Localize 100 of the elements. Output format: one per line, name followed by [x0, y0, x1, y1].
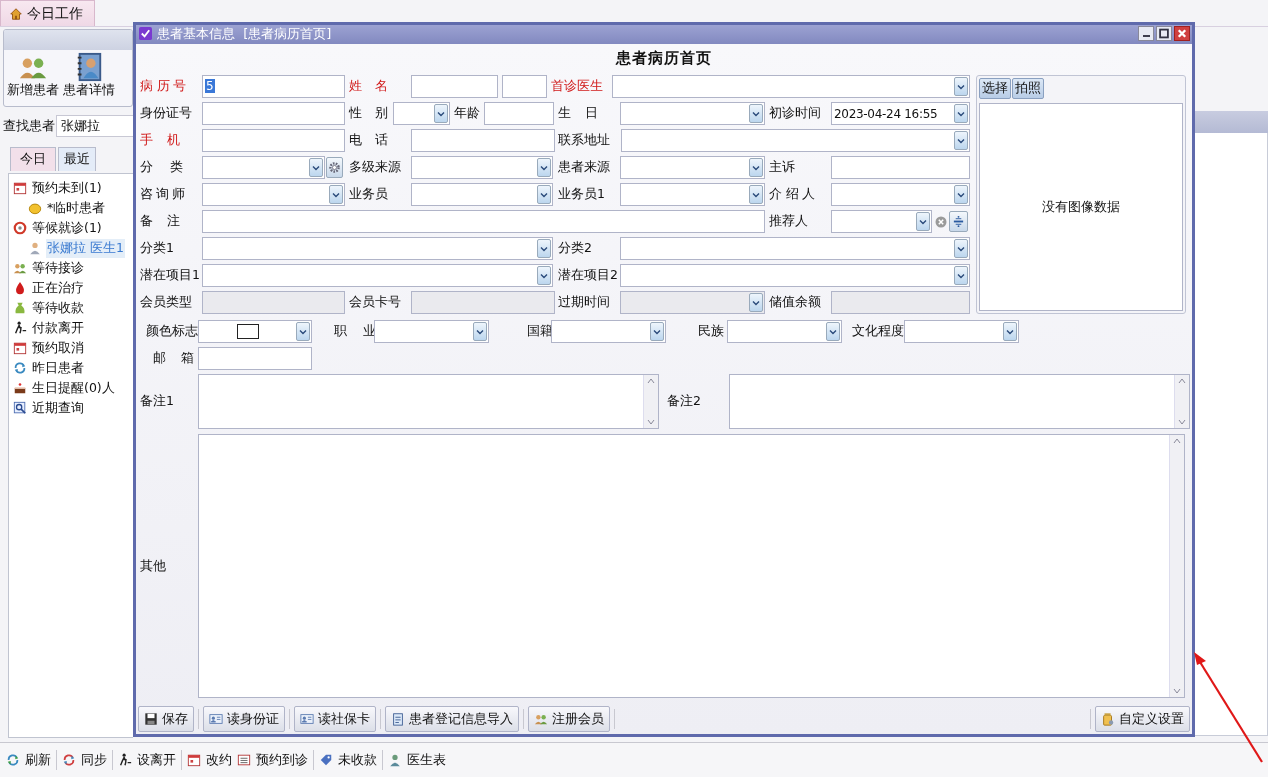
action-button[interactable]: 患者登记信息导入 [385, 706, 519, 732]
dropdown-button[interactable] [749, 104, 763, 123]
chevron-up-icon[interactable] [1177, 377, 1187, 385]
chevron-down-icon [957, 110, 965, 117]
action-button[interactable]: 注册会员 [528, 706, 610, 732]
dropdown-button[interactable] [309, 158, 323, 177]
dropdown-button[interactable] [916, 212, 930, 231]
cake-icon [13, 381, 27, 395]
chevron-down-icon [476, 328, 484, 335]
dropdown-button[interactable] [749, 185, 763, 204]
dropdown-button[interactable] [749, 158, 763, 177]
dropdown-button[interactable] [537, 158, 551, 177]
action-button[interactable]: 读身份证 [203, 706, 285, 732]
tab[interactable]: 最近 [58, 147, 96, 171]
toolbar-button[interactable]: 刷新 [6, 751, 51, 769]
gear-icon [328, 161, 341, 174]
input-field[interactable] [502, 75, 547, 98]
chevron-up-icon[interactable] [646, 377, 656, 385]
tree-item[interactable]: 昨日患者 [31, 358, 85, 378]
toolbar-button[interactable]: 未收款 [319, 751, 377, 769]
sync-icon [62, 753, 76, 767]
tab-label: 今日工作 [27, 4, 83, 23]
input-field[interactable] [198, 347, 312, 370]
person-icon [388, 753, 402, 767]
scrollbar[interactable] [1169, 435, 1184, 697]
settings-button[interactable] [326, 157, 343, 178]
maximize-button[interactable] [1156, 26, 1172, 41]
field-label: 国籍 [527, 323, 551, 340]
clear-icon[interactable] [935, 215, 947, 228]
dropdown-button[interactable] [954, 131, 968, 150]
combo-box[interactable] [198, 320, 312, 343]
chevron-down-icon[interactable] [1172, 687, 1182, 695]
tree-item[interactable]: *临时患者 [46, 198, 107, 218]
tree-item[interactable]: 预约未到(1) [31, 178, 103, 198]
tree-item[interactable]: 生日提醒(0)人 [31, 378, 116, 398]
dropdown-button[interactable] [537, 185, 551, 204]
tree-item[interactable]: 预约取消 [31, 338, 85, 358]
action-button[interactable]: 读社保卡 [294, 706, 376, 732]
close-button[interactable] [1174, 26, 1190, 41]
tree-item[interactable]: 近期查询 [31, 398, 85, 418]
dropdown-button[interactable] [1003, 322, 1017, 341]
combo-box[interactable]: 2023-04-24 16:55 [831, 102, 970, 125]
tree-item[interactable]: 等待收款 [31, 298, 85, 318]
scrollbar[interactable] [643, 375, 658, 428]
toolbar-button[interactable]: 预约到诊 [237, 751, 308, 769]
settings-button[interactable]: 自定义设置 [1095, 706, 1190, 732]
app-tab[interactable]: 今日工作 [0, 0, 95, 26]
photo-button[interactable]: 拍照 [1012, 78, 1044, 99]
dropdown-button[interactable] [473, 322, 487, 341]
input-field[interactable] [411, 75, 498, 98]
text-area[interactable] [198, 374, 659, 429]
dropdown-button[interactable] [826, 322, 840, 341]
tree-item[interactable]: 正在治疗 [31, 278, 85, 298]
tree-item[interactable]: 付款离开 [31, 318, 85, 338]
tree-item[interactable]: 等待接诊 [31, 258, 85, 278]
action-button[interactable]: 保存 [138, 706, 194, 732]
input-field[interactable] [202, 102, 345, 125]
dropdown-button[interactable] [434, 104, 448, 123]
picker-button[interactable] [949, 211, 968, 232]
tree-item[interactable]: 等候就诊(1) [31, 218, 103, 238]
field-label: 咨询师 [140, 186, 186, 203]
search-field[interactable]: 张娜拉 [56, 115, 133, 137]
chevron-up-icon[interactable] [1172, 437, 1182, 445]
toolbar-button[interactable]: 新增患者 [7, 52, 59, 99]
input-field[interactable]: 5 [202, 75, 345, 98]
toolbar-button[interactable]: 同步 [62, 751, 107, 769]
dropdown-button[interactable] [329, 185, 343, 204]
dropdown-button[interactable] [537, 266, 551, 285]
magnifier-icon [13, 401, 27, 415]
input-field[interactable] [202, 129, 345, 152]
dropdown-button[interactable] [954, 104, 968, 123]
text-area[interactable] [729, 374, 1190, 429]
toolbar-button[interactable]: 患者详情 [63, 52, 115, 99]
field-label: 潜在项目2 [558, 267, 619, 284]
dropdown-button[interactable] [954, 185, 968, 204]
toolbar-button[interactable]: 医生表 [388, 751, 446, 769]
dropdown-button[interactable] [954, 266, 968, 285]
input-field[interactable] [831, 156, 970, 179]
input-field[interactable] [202, 210, 765, 233]
input-field[interactable] [411, 129, 555, 152]
toolbar-button[interactable]: 改约 [187, 751, 232, 769]
calendar-icon [187, 753, 201, 767]
toolbar-button[interactable]: 设离开 [118, 751, 176, 769]
window-title: 患者基本信息 [患者病历首页] [157, 24, 333, 43]
tab[interactable]: 今日 [10, 147, 56, 171]
dropdown-button[interactable] [954, 239, 968, 258]
chevron-down-icon[interactable] [646, 418, 656, 426]
chevron-down-icon[interactable] [1177, 418, 1187, 426]
checkbox-icon [139, 27, 152, 40]
field-label: 文化程度 [852, 323, 904, 340]
input-field[interactable] [484, 102, 554, 125]
dropdown-button[interactable] [650, 322, 664, 341]
tree-item[interactable]: 张娜拉 医生1 [46, 238, 125, 258]
photo-button[interactable]: 选择 [979, 78, 1011, 99]
chevron-down-icon [1006, 328, 1014, 335]
dropdown-button[interactable] [537, 239, 551, 258]
dropdown-button[interactable] [296, 322, 310, 341]
scrollbar[interactable] [1174, 375, 1189, 428]
dropdown-button[interactable] [954, 77, 968, 96]
minimize-button[interactable] [1138, 26, 1154, 41]
